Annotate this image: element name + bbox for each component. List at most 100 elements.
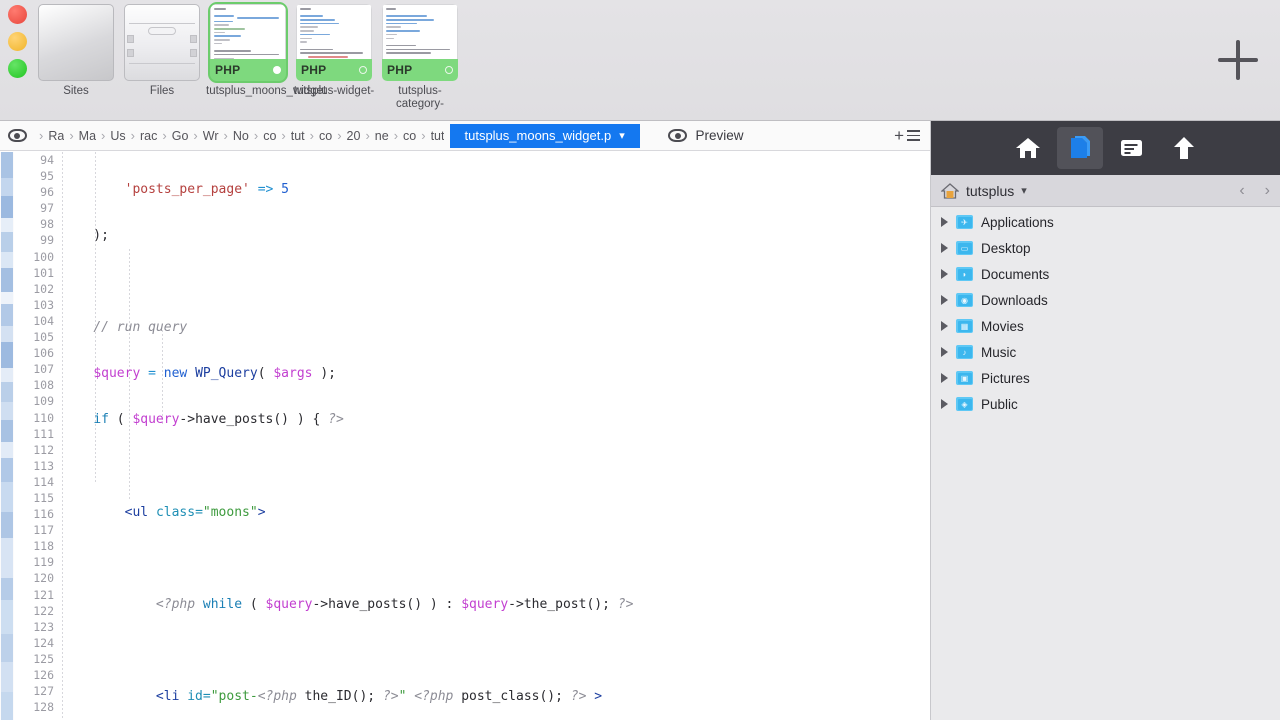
chevron-right-icon: › (309, 128, 314, 143)
line-number: 115 (33, 490, 54, 505)
code-line: 'posts_per_page' => 5 (124, 182, 289, 197)
chevron-right-icon: › (421, 128, 426, 143)
code-editor[interactable]: 94 95 96 97 98 99 100 101 102 103 104 10… (0, 152, 930, 720)
eye-icon (668, 129, 688, 142)
breadcrumb-path: › Ra › Ma › Us › rac › Go › Wr › No › co… (34, 128, 444, 143)
list-item[interactable]: ◗ Documents (931, 261, 1280, 287)
list-item[interactable]: ✈ Applications (931, 209, 1280, 235)
breadcrumb-item[interactable]: ne (375, 129, 389, 143)
code-line: // run query (93, 320, 188, 336)
notes-icon[interactable] (1109, 127, 1155, 169)
list-item-label: Movies (981, 318, 1024, 334)
line-number: 98 (40, 217, 54, 232)
list-item[interactable]: ▣ Pictures (931, 365, 1280, 391)
line-number: 95 (40, 169, 54, 184)
list-item-label: Applications (981, 214, 1054, 230)
list-item-label: Downloads (981, 292, 1048, 308)
list-item[interactable]: ▦ Movies (931, 313, 1280, 339)
breadcrumb-item[interactable]: Ma (79, 129, 96, 143)
line-number: 99 (40, 233, 54, 248)
list-item[interactable]: ◉ Downloads (931, 287, 1280, 313)
disclosure-triangle-icon[interactable] (941, 347, 948, 357)
php-file-thumbnail: PHP (382, 4, 458, 81)
hamburger-menu-button[interactable] (907, 130, 920, 141)
breadcrumb-bar: › Ra › Ma › Us › rac › Go › Wr › No › co… (0, 121, 930, 151)
chevron-right-icon: › (365, 128, 370, 143)
line-number: 108 (33, 378, 54, 393)
list-item-label: Pictures (981, 370, 1030, 386)
file-panel-path-name[interactable]: tutsplus (966, 183, 1014, 199)
chevron-right-icon[interactable]: › (1265, 182, 1270, 200)
thumbnail-label: Files (149, 85, 175, 97)
disclosure-triangle-icon[interactable] (941, 243, 948, 253)
disclosure-triangle-icon[interactable] (941, 321, 948, 331)
code-line: ); (62, 228, 109, 244)
files-icon[interactable] (1056, 127, 1103, 169)
breadcrumb-item[interactable]: tut (431, 129, 445, 143)
breadcrumb-item[interactable]: 20 (347, 129, 361, 143)
line-number: 119 (33, 555, 54, 570)
chevron-left-icon[interactable]: ‹ (1239, 182, 1244, 200)
breadcrumb-item[interactable]: tut (291, 129, 305, 143)
list-item[interactable]: ◈ Public (931, 391, 1280, 417)
breadcrumb-item[interactable]: Wr (203, 129, 219, 143)
preview-button[interactable]: Preview (668, 128, 744, 143)
disclosure-triangle-icon[interactable] (941, 373, 948, 383)
folder-applications-icon: ✈ (956, 215, 973, 229)
zoom-window-button[interactable] (8, 59, 27, 78)
line-number: 97 (40, 201, 54, 216)
disclosure-triangle-icon[interactable] (941, 217, 948, 227)
folder-tab-shapes (125, 29, 199, 59)
breadcrumb-item[interactable]: Us (110, 129, 125, 143)
php-badge-label: PHP (215, 63, 241, 77)
editor-minimap-scrollbar[interactable] (0, 152, 14, 720)
minimize-window-button[interactable] (8, 32, 27, 51)
line-number: 127 (33, 684, 54, 699)
close-window-button[interactable] (8, 5, 27, 24)
breadcrumb-item[interactable]: rac (140, 129, 157, 143)
file-browser-panel: tutsplus ▾ ‹ › ✈ Applications ▭ Desktop … (930, 121, 1280, 720)
list-item[interactable]: ♪ Music (931, 339, 1280, 365)
folder-public-icon: ◈ (956, 397, 973, 411)
disclosure-triangle-icon[interactable] (941, 399, 948, 409)
breadcrumb-root-button[interactable] (0, 129, 34, 142)
code-content[interactable]: 'posts_per_page' => 5 ); // run query $q… (62, 152, 930, 720)
files-folder-icon (124, 4, 200, 81)
thumbnail-tutsplus-moons-widget[interactable]: PHP tutsplus_moons_widget (206, 2, 326, 111)
thumbnail-tutsplus-widget[interactable]: PHP tutsplus-widget- (294, 4, 374, 111)
eye-icon (7, 129, 27, 142)
breadcrumb-item[interactable]: co (319, 129, 332, 143)
active-file-tab[interactable]: tutsplus_moons_widget.p ▾ (450, 123, 641, 148)
new-document-button[interactable] (1214, 36, 1262, 84)
breadcrumb-item[interactable]: Go (172, 129, 189, 143)
thumbnail-label: tutsplus-category- (396, 85, 444, 110)
saved-dot-icon (445, 66, 453, 74)
chevron-right-icon: › (69, 128, 74, 143)
list-item[interactable]: ▭ Desktop (931, 235, 1280, 261)
breadcrumb-item[interactable]: co (263, 129, 276, 143)
upload-icon[interactable] (1161, 127, 1207, 169)
file-panel-path-bar: tutsplus ▾ ‹ › (931, 175, 1280, 207)
line-number: 118 (33, 539, 54, 554)
thumbnail-files[interactable]: Files (124, 4, 200, 111)
disclosure-triangle-icon[interactable] (941, 295, 948, 305)
line-number: 109 (33, 394, 54, 409)
thumbnail-sites[interactable]: Sites (38, 4, 114, 111)
add-pane-button[interactable]: + (894, 127, 904, 144)
thumbnail-tutsplus-category[interactable]: PHP tutsplus-category- (382, 4, 458, 111)
chevron-right-icon: › (337, 128, 342, 143)
line-number: 100 (33, 249, 54, 264)
folder-pictures-icon: ▣ (956, 371, 973, 385)
chevron-down-icon[interactable]: ▾ (619, 129, 625, 142)
chevron-down-icon[interactable]: ▾ (1021, 184, 1027, 197)
breadcrumb-item[interactable]: Ra (48, 129, 64, 143)
sites-drive-icon (38, 4, 114, 81)
breadcrumb-item[interactable]: No (233, 129, 249, 143)
line-number: 124 (33, 635, 54, 650)
disclosure-triangle-icon[interactable] (941, 269, 948, 279)
php-badge-label: PHP (301, 63, 327, 77)
home-icon[interactable] (1005, 127, 1051, 169)
breadcrumb-item[interactable]: co (403, 129, 416, 143)
